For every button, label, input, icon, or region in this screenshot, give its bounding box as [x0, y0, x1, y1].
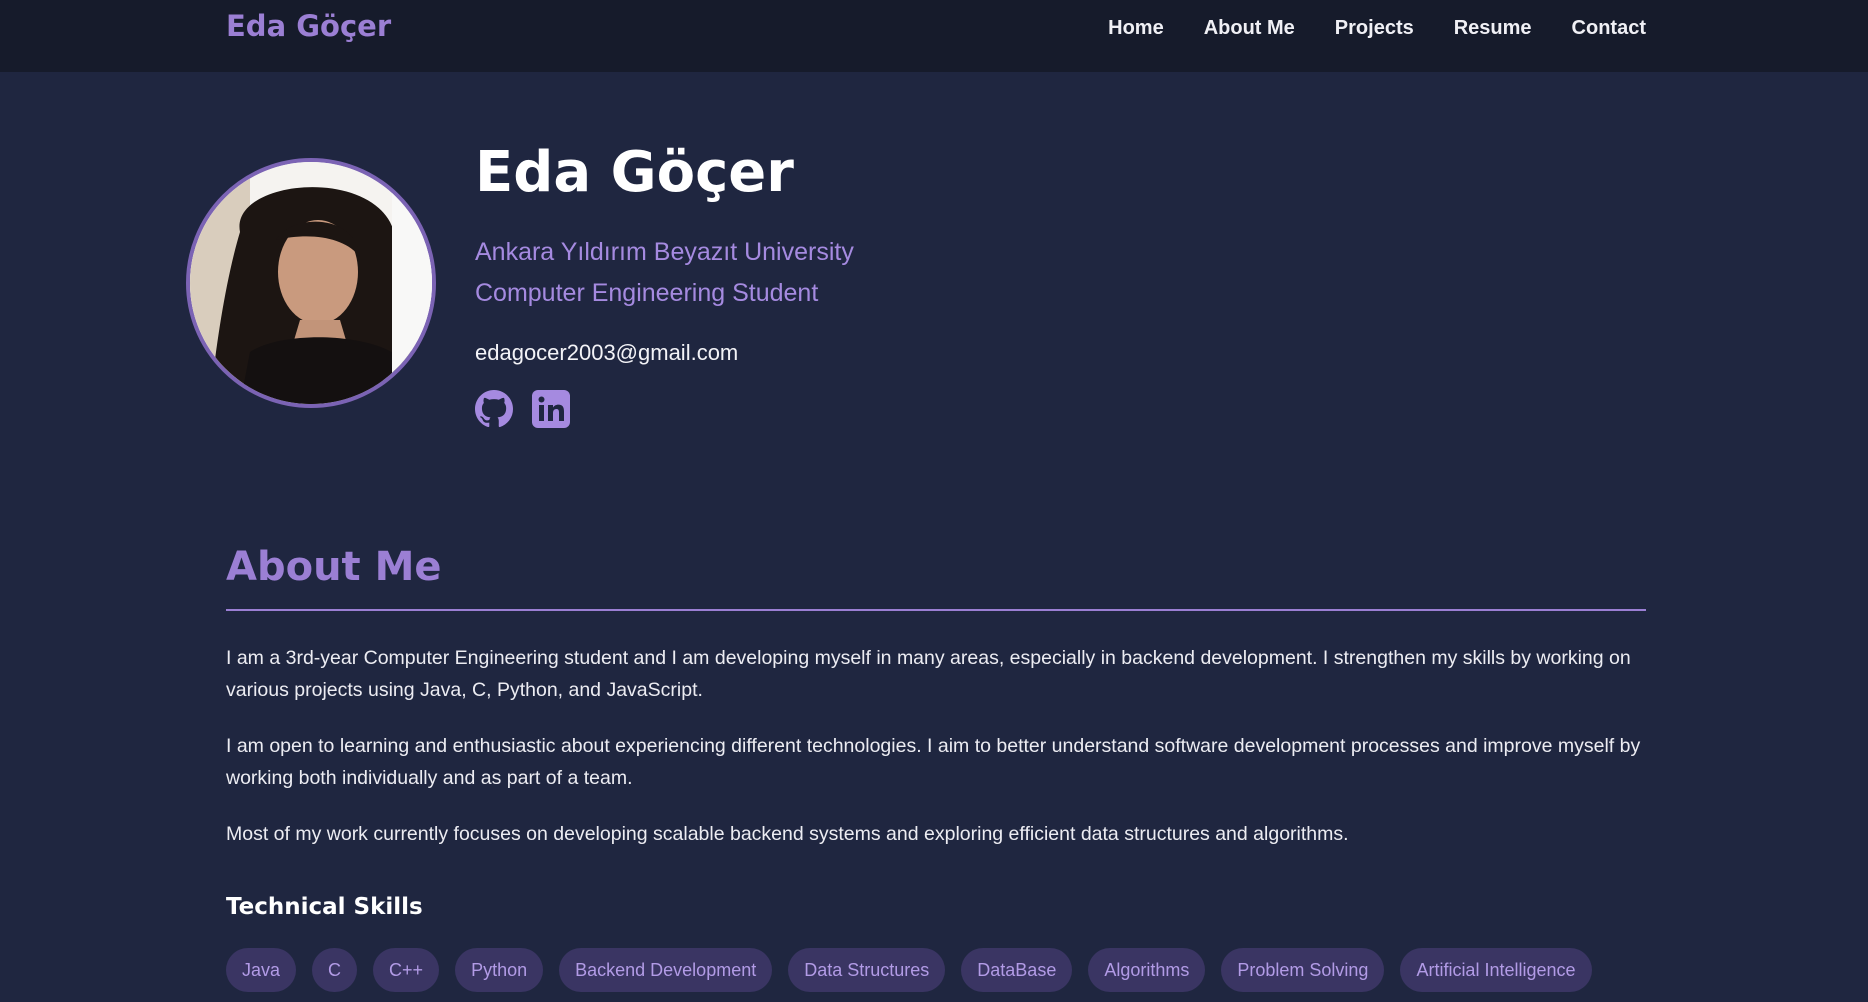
- hero-email[interactable]: edagocer2003@gmail.com: [475, 340, 738, 366]
- hero-name: Eda Göçer: [475, 140, 794, 205]
- about-section-title: About Me: [226, 544, 442, 590]
- skills-list: Java C C++ Python Backend Development Da…: [226, 948, 1592, 992]
- nav-links: Home About Me Projects Resume Contact: [1108, 17, 1646, 40]
- linkedin-icon[interactable]: [532, 390, 570, 428]
- technical-skills-title: Technical Skills: [226, 894, 423, 920]
- nav-link-home[interactable]: Home: [1108, 17, 1164, 40]
- nav-link-resume[interactable]: Resume: [1454, 17, 1532, 40]
- skill-chip-algorithms: Algorithms: [1088, 948, 1206, 992]
- nav-link-contact[interactable]: Contact: [1572, 17, 1646, 40]
- github-icon[interactable]: [475, 390, 513, 428]
- brand-logo-text[interactable]: Eda Göçer: [226, 9, 391, 43]
- skill-chip-database: DataBase: [961, 948, 1073, 992]
- hero-university: Ankara Yıldırım Beyazıt University: [475, 238, 854, 266]
- skill-chip-problem-solving: Problem Solving: [1221, 948, 1385, 992]
- profile-avatar: [186, 158, 436, 408]
- hero-role: Computer Engineering Student: [475, 279, 819, 307]
- nav-link-projects[interactable]: Projects: [1335, 17, 1414, 40]
- skill-chip-cpp: C++: [373, 948, 440, 992]
- about-paragraph-1: I am a 3rd-year Computer Engineering stu…: [226, 647, 1631, 701]
- skill-chip-data-structures: Data Structures: [788, 948, 946, 992]
- about-paragraph-3: Most of my work currently focuses on dev…: [226, 823, 1349, 845]
- skill-chip-java: Java: [226, 948, 297, 992]
- nav-link-about-me[interactable]: About Me: [1204, 17, 1295, 40]
- skill-chip-python: Python: [455, 948, 544, 992]
- skill-chip-artificial-intelligence: Artificial Intelligence: [1400, 948, 1592, 992]
- skill-chip-backend-development: Backend Development: [559, 948, 773, 992]
- about-paragraph-2: I am open to learning and enthusiastic a…: [226, 735, 1641, 789]
- section-divider: [226, 609, 1646, 611]
- top-navbar: Eda Göçer Home About Me Projects Resume …: [0, 0, 1868, 72]
- skill-chip-c: C: [312, 948, 358, 992]
